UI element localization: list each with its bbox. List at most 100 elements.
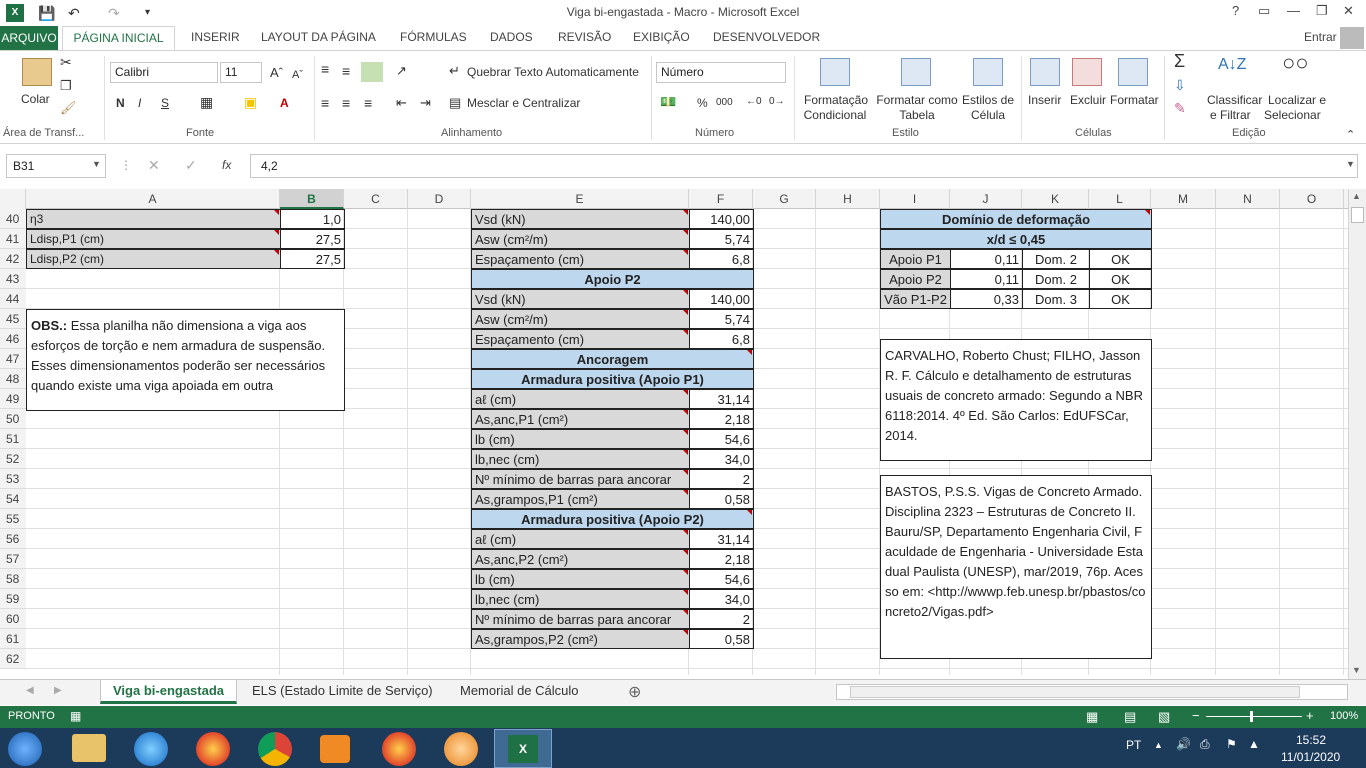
mid-table-value[interactable]: 5,74 (689, 309, 754, 329)
clock-time[interactable]: 15:52 (1296, 733, 1326, 747)
comment-indicator[interactable] (1145, 210, 1150, 215)
shrink-font-icon[interactable]: Aˇ (292, 68, 303, 82)
delete-button[interactable]: Excluir (1070, 93, 1106, 107)
add-sheet-icon[interactable]: ⊕ (628, 682, 641, 702)
armadura-p2-header[interactable]: Armadura positiva (Apoio P2) (471, 509, 754, 529)
sort-filter-button-line2[interactable]: e Filtrar (1210, 108, 1251, 122)
font-size-select[interactable]: 11 (220, 62, 262, 83)
column-header-f[interactable]: F (689, 189, 753, 209)
mid-table-value[interactable]: 54,6 (689, 569, 754, 589)
insert-button[interactable]: Inserir (1028, 93, 1061, 107)
sign-in-link[interactable]: Entrar (1304, 30, 1337, 44)
orientation-icon[interactable]: ↗ (396, 64, 407, 78)
row-header-54[interactable]: 54 (0, 489, 26, 509)
row-header-60[interactable]: 60 (0, 609, 26, 629)
sheet-tab-viga[interactable]: Viga bi-engastada (100, 680, 238, 704)
italic-button[interactable]: I (138, 96, 141, 110)
comment-indicator[interactable] (683, 390, 688, 395)
decrease-indent-icon[interactable]: ⇤ (396, 96, 407, 110)
restore-icon[interactable]: ❐ (1316, 3, 1328, 19)
internet-explorer-icon[interactable] (134, 732, 168, 766)
number-format-select[interactable]: Número (656, 62, 786, 83)
wrap-text-icon[interactable]: ↵ (449, 64, 460, 78)
left-table-label[interactable]: Ldisp,P1 (cm) (26, 229, 281, 249)
comment-indicator[interactable] (683, 430, 688, 435)
row-header-58[interactable]: 58 (0, 569, 26, 589)
mid-table-value[interactable]: 2,18 (689, 549, 754, 569)
mid-table-label[interactable]: aℓ (cm) (471, 529, 690, 549)
thousands-button[interactable]: 000 (716, 96, 733, 110)
row-header-47[interactable]: 47 (0, 349, 26, 369)
wrap-text-button[interactable]: Quebrar Texto Automaticamente (467, 65, 639, 79)
find-select-button-line2[interactable]: Selecionar (1264, 108, 1321, 122)
tab-desenvolvedor[interactable]: DESENVOLVEDOR (713, 30, 820, 44)
collapse-ribbon-icon[interactable]: ⌃ (1346, 128, 1355, 142)
row-header-43[interactable]: 43 (0, 269, 26, 289)
row-header-55[interactable]: 55 (0, 509, 26, 529)
mid-table-value[interactable]: 140,00 (689, 209, 754, 229)
name-box-dropdown-icon[interactable]: ▼ (92, 159, 101, 169)
column-header-h[interactable]: H (816, 189, 880, 209)
decrease-decimal-icon[interactable]: 0→ (769, 95, 785, 109)
chrome-icon[interactable] (258, 732, 292, 766)
sort-filter-button[interactable]: Classificar (1207, 93, 1262, 107)
font-color-icon[interactable]: A (280, 96, 289, 110)
column-header-b[interactable]: B (280, 189, 344, 209)
tab-exibicao[interactable]: EXIBIÇÃO (633, 30, 690, 44)
comment-indicator[interactable] (683, 290, 688, 295)
expand-formula-bar-icon[interactable]: ▼ (1346, 159, 1355, 169)
format-as-table-button[interactable]: Formatar como (876, 93, 958, 107)
select-all-corner[interactable] (0, 189, 26, 209)
mid-table-value[interactable]: 34,0 (689, 449, 754, 469)
mid-table-label[interactable]: aℓ (cm) (471, 389, 690, 409)
column-header-o[interactable]: O (1280, 189, 1344, 209)
mid-table-value[interactable]: 34,0 (689, 589, 754, 609)
dominio-title[interactable]: Domínio de deformação (880, 209, 1152, 229)
delete-cells-icon[interactable] (1072, 58, 1102, 86)
paste-button[interactable]: Colar (21, 92, 50, 106)
borders-icon[interactable]: ▦ (200, 95, 213, 109)
underline-button[interactable]: S (161, 96, 169, 110)
paste-icon[interactable] (22, 58, 52, 86)
scroll-up-icon[interactable]: ▲ (1352, 191, 1361, 201)
column-header-g[interactable]: G (753, 189, 816, 209)
row-header-45[interactable]: 45 (0, 309, 26, 329)
comment-indicator[interactable] (683, 610, 688, 615)
mid-table-label[interactable]: As,anc,P2 (cm²) (471, 549, 690, 569)
format-cells-icon[interactable] (1118, 58, 1148, 86)
comment-indicator[interactable] (747, 510, 752, 515)
cancel-icon[interactable]: ✕ (148, 157, 160, 174)
mid-table-value[interactable]: 5,74 (689, 229, 754, 249)
left-table-label[interactable]: Ldisp,P2 (cm) (26, 249, 281, 269)
cell-styles-button[interactable]: Estilos de (961, 93, 1015, 107)
mid-table-label[interactable]: lb,nec (cm) (471, 589, 690, 609)
mid-table-label[interactable]: Asw (cm²/m) (471, 229, 690, 249)
fill-icon[interactable]: ⇩ (1174, 78, 1186, 92)
format-as-table-icon[interactable] (901, 58, 931, 86)
firefox-icon[interactable] (196, 732, 230, 766)
comment-indicator[interactable] (683, 410, 688, 415)
merge-icon[interactable]: ▤ (449, 96, 461, 110)
mid-table-value[interactable]: 6,8 (689, 249, 754, 269)
dominio-row-label[interactable]: Vão P1-P2 (880, 289, 951, 309)
cut-icon[interactable]: ✂ (60, 55, 72, 69)
zoom-slider[interactable] (1206, 716, 1302, 717)
formula-input[interactable]: 4,2 (250, 154, 1358, 178)
help-button[interactable]: ? (1232, 3, 1239, 18)
format-painter-icon[interactable]: 🖌 (60, 101, 77, 115)
row-header-59[interactable]: 59 (0, 589, 26, 609)
increase-indent-icon[interactable]: ⇥ (420, 96, 431, 110)
volume-icon[interactable]: 🔊 (1176, 737, 1191, 751)
zoom-level[interactable]: 100% (1330, 710, 1358, 722)
mid-table-value[interactable]: 2 (689, 609, 754, 629)
currency-icon[interactable]: 💵 (660, 95, 676, 109)
percent-button[interactable]: % (697, 96, 708, 110)
dominio-row-status[interactable]: OK (1089, 289, 1152, 309)
comment-indicator[interactable] (274, 230, 279, 235)
mid-table-value[interactable]: 0,58 (689, 489, 754, 509)
comment-indicator[interactable] (683, 210, 688, 215)
comment-indicator[interactable] (683, 450, 688, 455)
dominio-subtitle[interactable]: x/d ≤ 0,45 (880, 229, 1152, 249)
tab-arquivo[interactable]: ARQUIVO (0, 26, 58, 50)
sheet-tab-els[interactable]: ELS (Estado Limite de Serviço) (240, 680, 445, 704)
